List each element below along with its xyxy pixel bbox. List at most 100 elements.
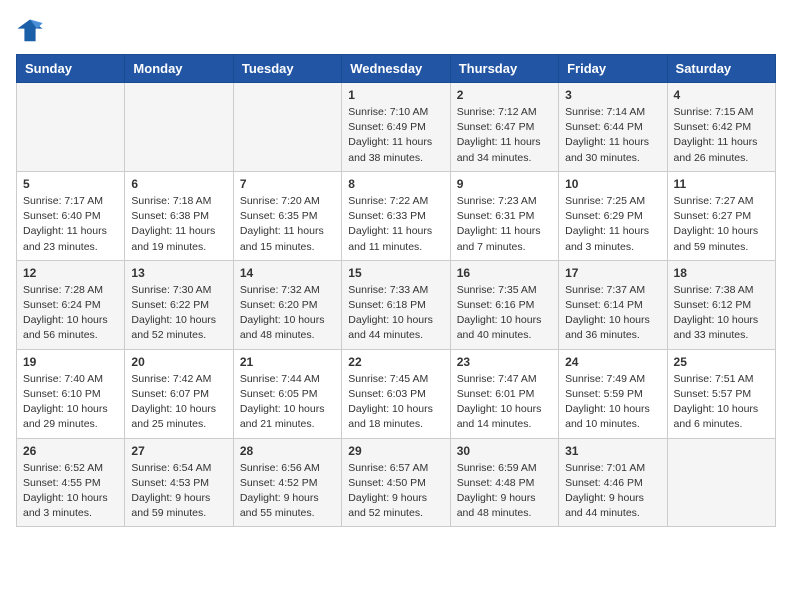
- calendar-cell: 23Sunrise: 7:47 AM Sunset: 6:01 PM Dayli…: [450, 349, 558, 438]
- calendar-cell: 3 Sunrise: 7:14 AM Sunset: 6:44 PM Daylig…: [559, 83, 667, 172]
- day-info: Sunrise: 7:17 AM Sunset: 6:40 PM Dayligh…: [23, 194, 118, 255]
- calendar-week-row: 5 Sunrise: 7:17 AM Sunset: 6:40 PM Daylig…: [17, 171, 776, 260]
- day-info: Sunrise: 7:14 AM Sunset: 6:44 PM Dayligh…: [565, 105, 660, 166]
- calendar-cell: 9 Sunrise: 7:23 AM Sunset: 6:31 PM Daylig…: [450, 171, 558, 260]
- calendar-cell: 4 Sunrise: 7:15 AM Sunset: 6:42 PM Daylig…: [667, 83, 775, 172]
- day-number: 9: [457, 177, 552, 191]
- calendar-cell: 17Sunrise: 7:37 AM Sunset: 6:14 PM Dayli…: [559, 260, 667, 349]
- calendar-cell: [125, 83, 233, 172]
- day-number: 7: [240, 177, 335, 191]
- calendar-cell: 2 Sunrise: 7:12 AM Sunset: 6:47 PM Daylig…: [450, 83, 558, 172]
- day-number: 31: [565, 444, 660, 458]
- day-info: Sunrise: 7:30 AM Sunset: 6:22 PM Dayligh…: [131, 283, 226, 344]
- day-info: Sunrise: 7:10 AM Sunset: 6:49 PM Dayligh…: [348, 105, 443, 166]
- calendar-cell: 20 Sunrise: 7:42 AM Sunset: 6:07 PM Dayli…: [125, 349, 233, 438]
- day-number: 23: [457, 355, 552, 369]
- calendar-cell: 14 Sunrise: 7:32 AM Sunset: 6:20 PM Dayli…: [233, 260, 341, 349]
- day-number: 11: [674, 177, 769, 191]
- day-number: 10: [565, 177, 660, 191]
- calendar-cell: 24Sunrise: 7:49 AM Sunset: 5:59 PM Dayli…: [559, 349, 667, 438]
- day-info: Sunrise: 7:25 AM Sunset: 6:29 PM Dayligh…: [565, 194, 660, 255]
- calendar-cell: 26 Sunrise: 6:52 AM Sunset: 4:55 PM Dayli…: [17, 438, 125, 527]
- day-info: Sunrise: 7:45 AM Sunset: 6:03 PM Dayligh…: [348, 372, 443, 433]
- day-number: 4: [674, 88, 769, 102]
- calendar-cell: 25Sunrise: 7:51 AM Sunset: 5:57 PM Dayli…: [667, 349, 775, 438]
- calendar-cell: 8Sunrise: 7:22 AM Sunset: 6:33 PM Daylig…: [342, 171, 450, 260]
- day-number: 12: [23, 266, 118, 280]
- calendar-header-sunday: Sunday: [17, 55, 125, 83]
- calendar-header-saturday: Saturday: [667, 55, 775, 83]
- day-number: 17: [565, 266, 660, 280]
- day-number: 15: [348, 266, 443, 280]
- calendar-cell: 6Sunrise: 7:18 AM Sunset: 6:38 PM Daylig…: [125, 171, 233, 260]
- day-info: Sunrise: 6:57 AM Sunset: 4:50 PM Dayligh…: [348, 461, 443, 522]
- calendar-cell: 16 Sunrise: 7:35 AM Sunset: 6:16 PM Dayli…: [450, 260, 558, 349]
- calendar-cell: 13 Sunrise: 7:30 AM Sunset: 6:22 PM Dayli…: [125, 260, 233, 349]
- day-number: 16: [457, 266, 552, 280]
- calendar-cell: [667, 438, 775, 527]
- calendar-week-row: 19Sunrise: 7:40 AM Sunset: 6:10 PM Dayli…: [17, 349, 776, 438]
- day-info: Sunrise: 7:22 AM Sunset: 6:33 PM Dayligh…: [348, 194, 443, 255]
- day-info: Sunrise: 7:42 AM Sunset: 6:07 PM Dayligh…: [131, 372, 226, 433]
- day-info: Sunrise: 7:51 AM Sunset: 5:57 PM Dayligh…: [674, 372, 769, 433]
- day-number: 1: [348, 88, 443, 102]
- day-info: Sunrise: 6:54 AM Sunset: 4:53 PM Dayligh…: [131, 461, 226, 522]
- calendar-header-wednesday: Wednesday: [342, 55, 450, 83]
- calendar-header-friday: Friday: [559, 55, 667, 83]
- day-info: Sunrise: 6:59 AM Sunset: 4:48 PM Dayligh…: [457, 461, 552, 522]
- calendar-cell: 31 Sunrise: 7:01 AM Sunset: 4:46 PM Dayli…: [559, 438, 667, 527]
- calendar-cell: 15 Sunrise: 7:33 AM Sunset: 6:18 PM Dayli…: [342, 260, 450, 349]
- day-number: 13: [131, 266, 226, 280]
- day-number: 2: [457, 88, 552, 102]
- calendar-header-row: SundayMondayTuesdayWednesdayThursdayFrid…: [17, 55, 776, 83]
- day-number: 30: [457, 444, 552, 458]
- day-info: Sunrise: 7:49 AM Sunset: 5:59 PM Dayligh…: [565, 372, 660, 433]
- day-number: 5: [23, 177, 118, 191]
- day-number: 14: [240, 266, 335, 280]
- day-info: Sunrise: 7:38 AM Sunset: 6:12 PM Dayligh…: [674, 283, 769, 344]
- calendar-week-row: 1 Sunrise: 7:10 AM Sunset: 6:49 PM Daylig…: [17, 83, 776, 172]
- calendar-cell: 27 Sunrise: 6:54 AM Sunset: 4:53 PM Dayli…: [125, 438, 233, 527]
- day-number: 26: [23, 444, 118, 458]
- calendar-cell: 29 Sunrise: 6:57 AM Sunset: 4:50 PM Dayli…: [342, 438, 450, 527]
- calendar-cell: 12 Sunrise: 7:28 AM Sunset: 6:24 PM Dayli…: [17, 260, 125, 349]
- logo-icon: [16, 16, 44, 44]
- calendar-cell: 18 Sunrise: 7:38 AM Sunset: 6:12 PM Dayli…: [667, 260, 775, 349]
- day-info: Sunrise: 7:33 AM Sunset: 6:18 PM Dayligh…: [348, 283, 443, 344]
- day-number: 18: [674, 266, 769, 280]
- calendar-cell: 22 Sunrise: 7:45 AM Sunset: 6:03 PM Dayli…: [342, 349, 450, 438]
- day-info: Sunrise: 7:35 AM Sunset: 6:16 PM Dayligh…: [457, 283, 552, 344]
- day-number: 29: [348, 444, 443, 458]
- day-info: Sunrise: 7:23 AM Sunset: 6:31 PM Dayligh…: [457, 194, 552, 255]
- calendar-cell: [233, 83, 341, 172]
- day-info: Sunrise: 7:20 AM Sunset: 6:35 PM Dayligh…: [240, 194, 335, 255]
- day-info: Sunrise: 6:56 AM Sunset: 4:52 PM Dayligh…: [240, 461, 335, 522]
- day-info: Sunrise: 7:32 AM Sunset: 6:20 PM Dayligh…: [240, 283, 335, 344]
- day-info: Sunrise: 7:01 AM Sunset: 4:46 PM Dayligh…: [565, 461, 660, 522]
- day-number: 19: [23, 355, 118, 369]
- day-info: Sunrise: 7:12 AM Sunset: 6:47 PM Dayligh…: [457, 105, 552, 166]
- calendar-cell: 28 Sunrise: 6:56 AM Sunset: 4:52 PM Dayli…: [233, 438, 341, 527]
- calendar-cell: 1 Sunrise: 7:10 AM Sunset: 6:49 PM Daylig…: [342, 83, 450, 172]
- calendar-cell: 5 Sunrise: 7:17 AM Sunset: 6:40 PM Daylig…: [17, 171, 125, 260]
- day-info: Sunrise: 7:15 AM Sunset: 6:42 PM Dayligh…: [674, 105, 769, 166]
- logo: [16, 16, 48, 44]
- day-number: 27: [131, 444, 226, 458]
- day-number: 3: [565, 88, 660, 102]
- day-number: 28: [240, 444, 335, 458]
- calendar-header-monday: Monday: [125, 55, 233, 83]
- calendar-cell: 10 Sunrise: 7:25 AM Sunset: 6:29 PM Dayli…: [559, 171, 667, 260]
- page-header: [16, 16, 776, 44]
- calendar-body: 1 Sunrise: 7:10 AM Sunset: 6:49 PM Daylig…: [17, 83, 776, 527]
- calendar-header-tuesday: Tuesday: [233, 55, 341, 83]
- day-info: Sunrise: 7:44 AM Sunset: 6:05 PM Dayligh…: [240, 372, 335, 433]
- day-number: 20: [131, 355, 226, 369]
- day-info: Sunrise: 6:52 AM Sunset: 4:55 PM Dayligh…: [23, 461, 118, 522]
- calendar-cell: [17, 83, 125, 172]
- calendar-week-row: 26 Sunrise: 6:52 AM Sunset: 4:55 PM Dayli…: [17, 438, 776, 527]
- day-info: Sunrise: 7:28 AM Sunset: 6:24 PM Dayligh…: [23, 283, 118, 344]
- day-info: Sunrise: 7:18 AM Sunset: 6:38 PM Dayligh…: [131, 194, 226, 255]
- calendar-cell: 30 Sunrise: 6:59 AM Sunset: 4:48 PM Dayli…: [450, 438, 558, 527]
- day-number: 22: [348, 355, 443, 369]
- calendar-header-thursday: Thursday: [450, 55, 558, 83]
